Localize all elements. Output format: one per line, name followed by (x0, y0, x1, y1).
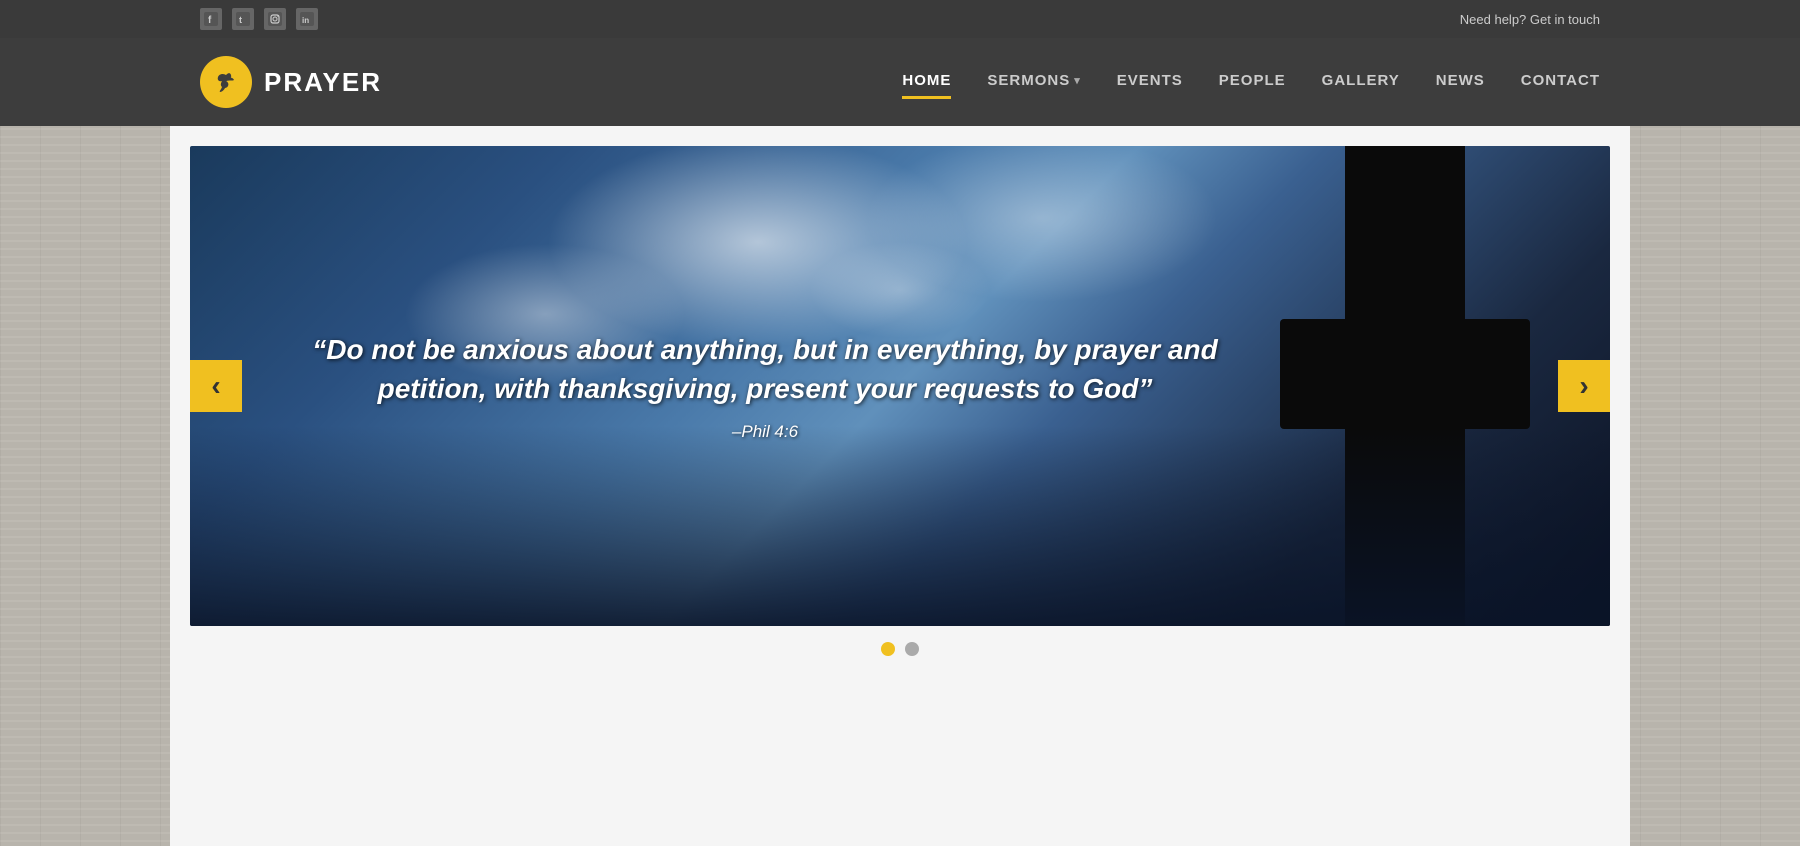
slide-text: “Do not be anxious about anything, but i… (270, 330, 1260, 442)
nav-item-gallery[interactable]: GALLERY (1322, 72, 1400, 93)
slider-next-button[interactable]: › (1558, 360, 1610, 412)
cross-shape (1280, 146, 1530, 626)
svg-text:t: t (239, 15, 242, 25)
linkedin-icon[interactable]: in (296, 8, 318, 30)
nav-item-sermons[interactable]: SERMONS ▾ (987, 72, 1080, 93)
main-nav: HOME SERMONS ▾ EVENTS PEOPLE GALLERY (902, 72, 1600, 93)
nav-item-people[interactable]: PEOPLE (1219, 72, 1286, 93)
site-header: PRAYER HOME SERMONS ▾ EVENTS PEOPLE (0, 38, 1800, 126)
sermons-dropdown-arrow: ▾ (1074, 74, 1081, 87)
svg-text:in: in (302, 16, 309, 25)
slide-quote: “Do not be anxious about anything, but i… (270, 330, 1260, 408)
instagram-icon[interactable] (264, 8, 286, 30)
content-area: “Do not be anxious about anything, but i… (170, 126, 1630, 846)
social-bar: f t in (0, 0, 1800, 38)
nav-item-news[interactable]: NEWS (1436, 72, 1485, 93)
facebook-icon[interactable]: f (200, 8, 222, 30)
social-icons-group: f t in (200, 8, 318, 30)
nav-item-home[interactable]: HOME (902, 72, 951, 93)
slider-dots (190, 626, 1610, 672)
slider-prev-button[interactable]: ‹ (190, 360, 242, 412)
twitter-icon[interactable]: t (232, 8, 254, 30)
dot-1[interactable] (881, 642, 895, 656)
dove-icon (211, 67, 241, 97)
cross-horizontal (1280, 319, 1530, 429)
help-text: Need help? Get in touch (1460, 12, 1600, 27)
hero-slider: “Do not be anxious about anything, but i… (190, 146, 1610, 626)
brand-name: PRAYER (264, 67, 382, 98)
slide-1: “Do not be anxious about anything, but i… (190, 146, 1610, 626)
nav-item-contact[interactable]: CONTACT (1521, 72, 1600, 93)
nav-item-events[interactable]: EVENTS (1117, 72, 1183, 93)
slide-reference: –Phil 4:6 (270, 422, 1260, 442)
logo-circle (200, 56, 252, 108)
dot-2[interactable] (905, 642, 919, 656)
logo-area[interactable]: PRAYER (200, 56, 382, 108)
